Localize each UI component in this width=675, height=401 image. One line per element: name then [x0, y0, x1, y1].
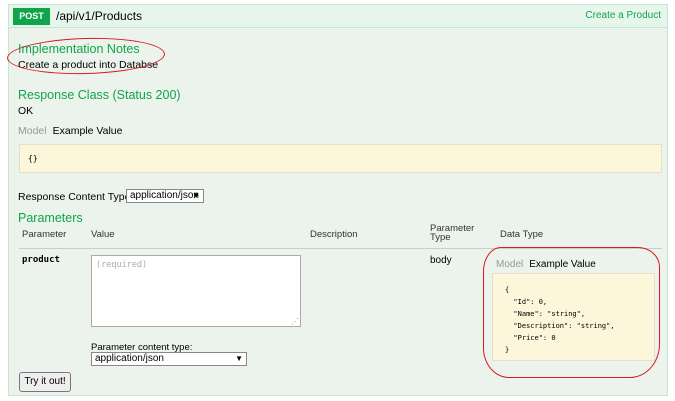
response-class-title: Response Class (Status 200) — [18, 88, 181, 102]
endpoint-path[interactable]: /api/v1/Products — [56, 9, 142, 23]
implementation-notes-title: Implementation Notes — [18, 42, 140, 56]
implementation-notes-text: Create a product into Databse — [18, 59, 159, 71]
response-content-type-value: application/json — [130, 190, 199, 201]
tab-example-value[interactable]: Example Value — [53, 125, 123, 137]
column-header-parameter: Parameter — [22, 229, 67, 240]
response-model-tabs: Model Example Value — [18, 125, 122, 137]
operation-header[interactable]: POST /api/v1/Products Create a Product — [9, 5, 667, 28]
parameter-content-type-value: application/json — [95, 353, 164, 364]
response-class-text: OK — [18, 105, 34, 117]
textarea-placeholder: (required) — [96, 260, 148, 270]
parameter-value-textarea[interactable]: (required) ⋰ — [91, 255, 301, 327]
data-type-tabs: Model Example Value — [492, 257, 655, 273]
parameters-title: Parameters — [18, 211, 83, 225]
response-example-json: {} — [28, 154, 38, 163]
column-header-value: Value — [91, 229, 115, 240]
data-type-model-box: Model Example Value { "Id": 0, "Name": "s… — [492, 257, 655, 361]
tab-model[interactable]: Model — [18, 125, 47, 137]
parameter-content-type-select[interactable]: application/json ▼ — [91, 352, 247, 366]
parameter-name: product — [22, 255, 60, 265]
tab-example-value[interactable]: Example Value — [529, 259, 596, 270]
response-content-type-label: Response Content Type — [18, 191, 131, 203]
response-example-box: {} — [19, 144, 662, 173]
table-header-divider — [19, 248, 662, 249]
try-it-out-button[interactable]: Try it out! — [19, 372, 71, 392]
resize-grip-icon[interactable]: ⋰ — [291, 317, 299, 326]
http-method-badge[interactable]: POST — [13, 8, 50, 25]
tab-model[interactable]: Model — [496, 259, 523, 270]
dropdown-caret-icon: ▼ — [235, 354, 243, 363]
parameter-type-value: body — [430, 255, 452, 266]
dropdown-caret-icon: ▼ — [192, 191, 200, 200]
column-header-parameter-type: Parameter Type — [430, 223, 475, 243]
operation-panel: POST /api/v1/Products Create a Product I… — [8, 4, 668, 396]
response-content-type-select[interactable]: application/json ▼ — [126, 189, 204, 203]
data-type-example-json[interactable]: { "Id": 0, "Name": "string", "Descriptio… — [492, 273, 655, 361]
column-header-description: Description — [310, 229, 358, 240]
operation-summary-link[interactable]: Create a Product — [585, 10, 661, 21]
column-header-data-type: Data Type — [500, 229, 544, 240]
